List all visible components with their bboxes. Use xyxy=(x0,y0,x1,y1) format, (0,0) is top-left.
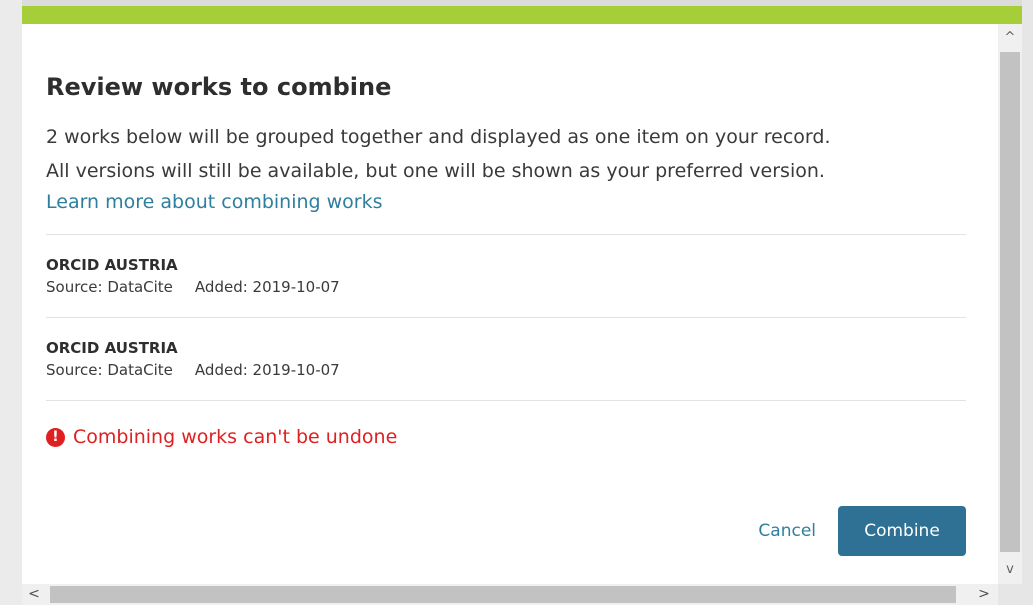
work-item: ORCID AUSTRIA Source: DataCite Added: 201… xyxy=(46,318,966,400)
scroll-up-arrow-icon[interactable]: ^ xyxy=(998,26,1022,50)
dialog-intro: 2 works below will be grouped together a… xyxy=(46,120,966,188)
exclamation-circle-icon: ! xyxy=(46,427,65,447)
irreversible-warning: ! Combining works can't be undone xyxy=(46,425,966,449)
horizontal-scrollbar[interactable]: < > xyxy=(22,584,998,605)
work-meta: Source: DataCite Added: 2019-10-07 xyxy=(46,275,966,299)
combine-works-dialog: Review works to combine 2 works below wi… xyxy=(22,6,1022,584)
vertical-scrollbar[interactable]: ^ v xyxy=(998,24,1022,584)
dialog-content: Review works to combine 2 works below wi… xyxy=(46,24,966,449)
intro-line-1: 2 works below will be grouped together a… xyxy=(46,126,831,148)
work-meta: Source: DataCite Added: 2019-10-07 xyxy=(46,358,966,382)
left-gutter xyxy=(0,0,22,605)
horizontal-scroll-thumb[interactable] xyxy=(50,586,956,603)
intro-line-2: All versions will still be available, bu… xyxy=(46,160,825,182)
vertical-scroll-thumb[interactable] xyxy=(1000,52,1020,552)
work-source: Source: DataCite xyxy=(46,361,173,379)
scroll-down-arrow-icon[interactable]: v xyxy=(998,558,1022,582)
cancel-button[interactable]: Cancel xyxy=(758,521,816,541)
scrollbar-corner xyxy=(998,584,1033,605)
dialog-accent-bar xyxy=(22,6,1022,24)
dialog-title: Review works to combine xyxy=(46,73,392,101)
scroll-left-arrow-icon[interactable]: < xyxy=(22,584,46,605)
work-title: ORCID AUSTRIA xyxy=(46,339,178,357)
right-edge xyxy=(1022,0,1033,605)
divider xyxy=(46,400,966,401)
learn-more-link[interactable]: Learn more about combining works xyxy=(46,188,383,216)
warning-text: Combining works can't be undone xyxy=(73,426,398,448)
combine-button[interactable]: Combine xyxy=(838,506,966,556)
work-title: ORCID AUSTRIA xyxy=(46,256,178,274)
scroll-right-arrow-icon[interactable]: > xyxy=(972,584,996,605)
work-source: Source: DataCite xyxy=(46,278,173,296)
work-item: ORCID AUSTRIA Source: DataCite Added: 201… xyxy=(46,235,966,317)
work-added-date: Added: 2019-10-07 xyxy=(194,278,340,296)
dialog-actions: Cancel Combine xyxy=(758,506,966,556)
work-added-date: Added: 2019-10-07 xyxy=(194,361,340,379)
